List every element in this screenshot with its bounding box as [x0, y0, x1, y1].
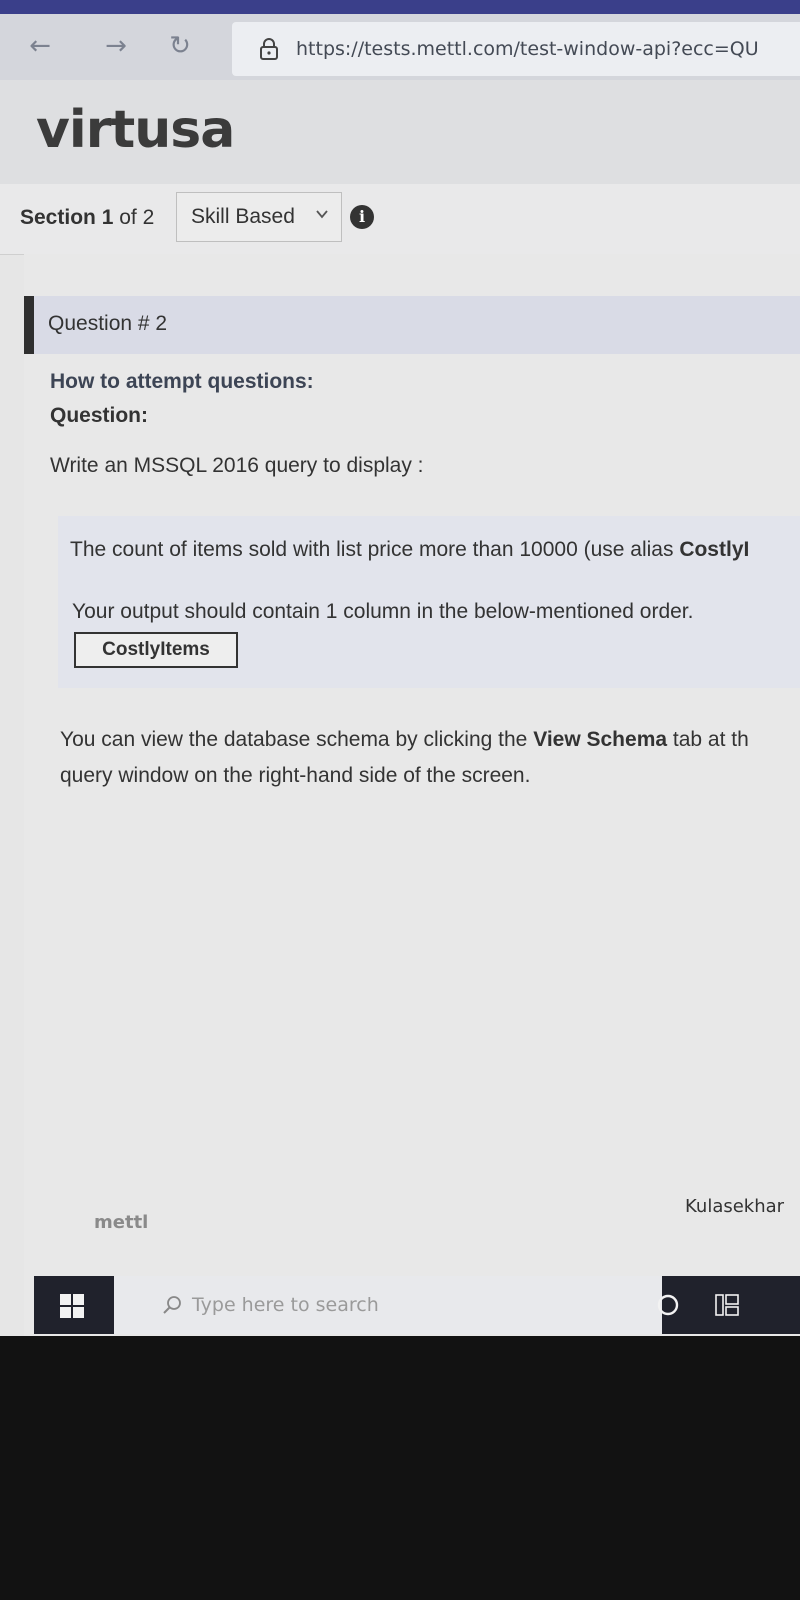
task-view-icon[interactable]	[714, 1292, 740, 1318]
task-alias: CostlyI	[679, 538, 750, 561]
view-schema-label: View Schema	[533, 728, 668, 751]
search-icon	[163, 1296, 181, 1314]
screen: ← → ↻ https://tests.mettl.com/test-windo…	[0, 0, 800, 1336]
window-top-edge	[0, 0, 800, 14]
section-current: 1	[101, 206, 114, 229]
info-icon[interactable]: i	[350, 205, 374, 229]
windows-start-icon[interactable]	[60, 1294, 84, 1318]
section-total: 2	[142, 206, 155, 229]
task-box: The count of items sold with list price …	[58, 516, 800, 688]
question-title: Question # 2	[48, 312, 168, 335]
how-to-attempt-link[interactable]: How to attempt questions:	[50, 370, 314, 394]
forward-arrow-icon[interactable]: →	[98, 28, 134, 64]
taskbar-search-box[interactable]: Type here to search	[114, 1276, 662, 1334]
question-panel: Question # 2 How to attempt questions: Q…	[24, 254, 800, 1336]
schema-hint-line-1: You can view the database schema by clic…	[60, 728, 749, 752]
question-prompt: Write an MSSQL 2016 query to display :	[50, 454, 424, 477]
reload-icon[interactable]: ↻	[162, 28, 198, 64]
candidate-name: Kulasekhar	[685, 1196, 785, 1217]
schema-hint-text: You can view the database schema by clic…	[60, 728, 534, 751]
schema-hint-line-2: query window on the right-hand side of t…	[60, 764, 531, 787]
schema-hint-text-end: tab at th	[667, 728, 749, 751]
taskbar-search-placeholder: Type here to search	[192, 1294, 379, 1316]
chevron-down-icon	[316, 210, 328, 219]
output-column-header: CostlyItems	[74, 632, 238, 668]
mettl-logo: mettl	[94, 1212, 149, 1233]
page-header: virtusa	[0, 80, 800, 185]
question-header: Question # 2	[24, 296, 800, 354]
address-bar[interactable]: https://tests.mettl.com/test-window-api?…	[232, 22, 800, 76]
task-description: The count of items sold with list price …	[70, 538, 680, 561]
section-dropdown-value: Skill Based	[191, 205, 295, 228]
browser-toolbar: ← → ↻ https://tests.mettl.com/test-windo…	[0, 14, 800, 80]
output-note: Your output should contain 1 column in t…	[72, 600, 694, 623]
section-bar: Section 1 of 2 Skill Based i	[0, 184, 800, 255]
monitor-bezel	[0, 1336, 800, 1600]
lock-icon	[260, 38, 278, 60]
question-label: Question:	[50, 404, 148, 427]
url-text: https://tests.mettl.com/test-window-api?…	[296, 38, 759, 60]
windows-taskbar: Type here to search	[34, 1276, 800, 1334]
section-separator: of	[113, 206, 143, 229]
cortana-icon[interactable]	[656, 1293, 680, 1317]
back-arrow-icon[interactable]: ←	[22, 28, 58, 64]
virtusa-logo: virtusa	[36, 100, 235, 160]
task-text: The count of items sold with list price …	[70, 538, 749, 562]
section-dropdown[interactable]: Skill Based	[176, 192, 342, 242]
section-indicator: Section 1 of 2	[20, 206, 154, 230]
section-prefix: Section	[20, 206, 102, 229]
